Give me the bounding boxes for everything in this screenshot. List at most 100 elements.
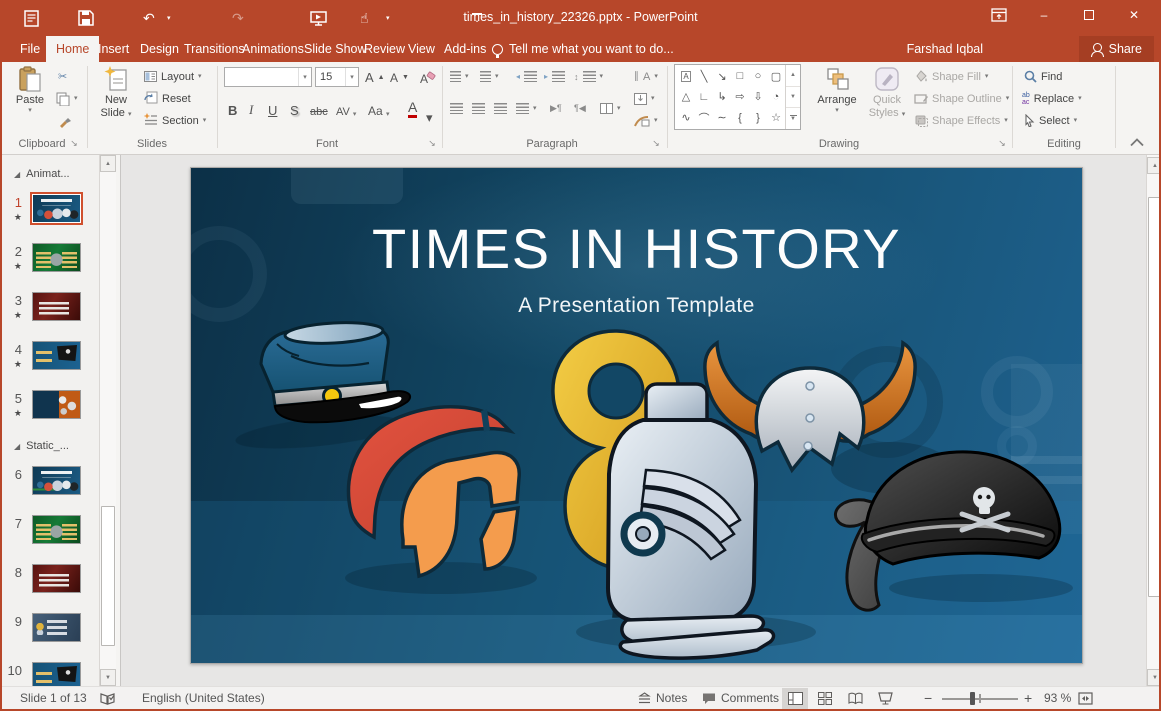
thumbnails-scrollbar[interactable]: ▲ ▼ [99, 155, 116, 686]
select-button[interactable]: Select▾ [1024, 112, 1077, 129]
shape-line-icon[interactable]: ╲ [695, 66, 713, 87]
cut-button[interactable]: ✂ [58, 68, 67, 85]
shape-fill-button[interactable]: Shape Fill▾ [914, 68, 988, 85]
font-size-combobox[interactable]: 15▾ [315, 67, 359, 87]
shape-star-icon[interactable]: ☆ [767, 107, 785, 128]
ribbon-display-options-button[interactable] [979, 0, 1019, 30]
close-button[interactable]: ✕ [1114, 0, 1154, 30]
shape-scribble-icon[interactable]: ∿ [677, 107, 695, 128]
slide-sorter-view-button[interactable] [812, 688, 838, 709]
slide-thumbnail-10[interactable] [32, 662, 81, 686]
paragraph-dialog-launcher[interactable]: ↘ [650, 137, 662, 149]
font-color-caret[interactable]: ▾ [426, 104, 433, 124]
align-right-button[interactable] [494, 100, 507, 117]
language-indicator[interactable]: English (United States) [142, 687, 265, 709]
slide-thumbnail-7[interactable] [32, 515, 81, 544]
clear-formatting-button[interactable]: A [420, 69, 436, 86]
decrease-indent-button[interactable]: ◂ [516, 68, 537, 85]
clipboard-dialog-launcher[interactable]: ↘ [68, 137, 80, 149]
layout-button[interactable]: Layout▾ [144, 68, 202, 85]
zoom-out-button[interactable]: − [924, 687, 932, 709]
convert-to-smartart-button[interactable]: ▾ [634, 112, 658, 129]
justify-button[interactable]: ▾ [516, 100, 537, 117]
shape-right-brace-icon[interactable]: } [749, 107, 767, 128]
shape-arc-icon[interactable]: ⌒ [695, 107, 713, 128]
drawing-dialog-launcher[interactable]: ↘ [996, 137, 1008, 149]
animation-star-icon[interactable]: ★ [4, 359, 22, 370]
tab-add-ins[interactable]: Add-ins [434, 36, 496, 62]
line-spacing-button[interactable]: ↕▾ [574, 68, 603, 85]
ltr-direction-button[interactable]: ▶¶ [550, 100, 562, 117]
numbering-button[interactable]: ▾ [480, 68, 499, 85]
reset-button[interactable]: Reset [144, 90, 191, 107]
editor-scrollbar[interactable]: ▲ ▼ [1146, 155, 1161, 686]
slide-thumbnail-8[interactable] [32, 564, 81, 593]
shape-curve-icon[interactable]: ∼ [713, 107, 731, 128]
shapes-more-button[interactable]: ▼ [786, 108, 800, 129]
section-header-animated[interactable]: ◢ Animat... [14, 168, 70, 180]
underline-button[interactable]: U [268, 98, 277, 118]
shape-effects-button[interactable]: Shape Effects▾ [914, 112, 1008, 129]
format-painter-button[interactable] [58, 112, 72, 129]
section-button[interactable]: Section▾ [144, 112, 206, 129]
editor-scroll-thumb[interactable] [1148, 197, 1161, 597]
text-shadow-button[interactable]: S [290, 98, 299, 118]
slide-show-view-button[interactable] [872, 688, 898, 709]
shape-down-arrow-icon[interactable]: ⇩ [749, 87, 767, 108]
increase-indent-button[interactable]: ▸ [544, 68, 565, 85]
find-button[interactable]: Find [1024, 68, 1062, 85]
new-slide-button[interactable]: New Slide ▾ [94, 64, 138, 120]
rtl-direction-button[interactable]: ¶◀ [574, 100, 586, 117]
zoom-in-button[interactable]: + [1024, 687, 1032, 709]
share-button[interactable]: Share [1079, 36, 1154, 62]
editor-scroll-down[interactable]: ▼ [1147, 669, 1161, 686]
shape-rounded-rectangle-icon[interactable]: ▢ [767, 66, 785, 87]
italic-button[interactable]: I [249, 98, 253, 118]
bold-button[interactable]: B [228, 98, 237, 118]
increase-font-size-button[interactable]: A▲ [365, 69, 385, 86]
shape-text-box-icon[interactable]: A [677, 66, 695, 87]
shape-oval-icon[interactable]: ○ [749, 66, 767, 87]
shape-outline-button[interactable]: Shape Outline▾ [914, 90, 1009, 107]
section-header-static[interactable]: ◢ Static_... [14, 440, 69, 452]
align-text-button[interactable]: ▾ [634, 90, 655, 107]
tell-me-box[interactable]: Tell me what you want to do... [492, 36, 674, 62]
paste-button[interactable]: Paste ▾ [8, 64, 52, 114]
zoom-slider-thumb[interactable] [970, 692, 975, 705]
slide-indicator[interactable]: Slide 1 of 13 [20, 687, 87, 709]
slide-1-canvas[interactable]: TIMES IN HISTORY A Presentation Template [190, 167, 1083, 664]
minimize-button[interactable]: – [1024, 0, 1064, 30]
shapes-scroll-down[interactable]: ▼ [786, 87, 800, 109]
animation-star-icon[interactable]: ★ [4, 310, 22, 321]
comments-button[interactable]: Comments [702, 687, 779, 709]
slide-editing-canvas[interactable]: TIMES IN HISTORY A Presentation Template [120, 155, 1146, 686]
slide-thumbnail-9[interactable] [32, 613, 81, 642]
thumbnails-scroll-down[interactable]: ▼ [100, 669, 116, 686]
replace-button[interactable]: abac Replace▾ [1022, 90, 1082, 107]
shape-elbow-connector-icon[interactable]: ∟ [695, 87, 713, 108]
thumbnails-scroll-thumb[interactable] [101, 506, 115, 646]
shape-left-brace-icon[interactable]: { [731, 107, 749, 128]
change-case-button[interactable]: Aa ▾ [368, 98, 390, 118]
arrange-button[interactable]: Arrange ▾ [812, 64, 862, 114]
signed-in-user[interactable]: Farshad Iqbal [907, 36, 983, 62]
animation-star-icon[interactable]: ★ [4, 212, 22, 223]
thumbnails-scroll-up[interactable]: ▲ [100, 155, 116, 172]
slide-thumbnail-3[interactable] [32, 292, 81, 321]
slide-thumbnail-6[interactable] [32, 466, 81, 495]
shape-rectangle-icon[interactable]: □ [731, 66, 749, 87]
shapes-scroll-up[interactable]: ▲ [786, 65, 800, 87]
spell-check-icon[interactable] [100, 687, 115, 709]
slide-thumbnail-4[interactable] [32, 341, 81, 370]
text-direction-button[interactable]: ∥A▾ [634, 68, 658, 85]
columns-button[interactable]: ▾ [600, 100, 621, 117]
copy-button[interactable]: ▾ [56, 90, 78, 107]
slide-thumbnail-2[interactable] [32, 243, 81, 272]
animation-star-icon[interactable]: ★ [4, 408, 22, 419]
strikethrough-button[interactable]: abc [310, 98, 328, 118]
align-left-button[interactable] [450, 100, 463, 117]
shape-elbow-arrow-icon[interactable]: ↳ [713, 87, 731, 108]
maximize-button[interactable] [1069, 0, 1109, 30]
collapse-ribbon-button[interactable] [1130, 134, 1148, 146]
zoom-level[interactable]: 93 % [1044, 687, 1071, 709]
